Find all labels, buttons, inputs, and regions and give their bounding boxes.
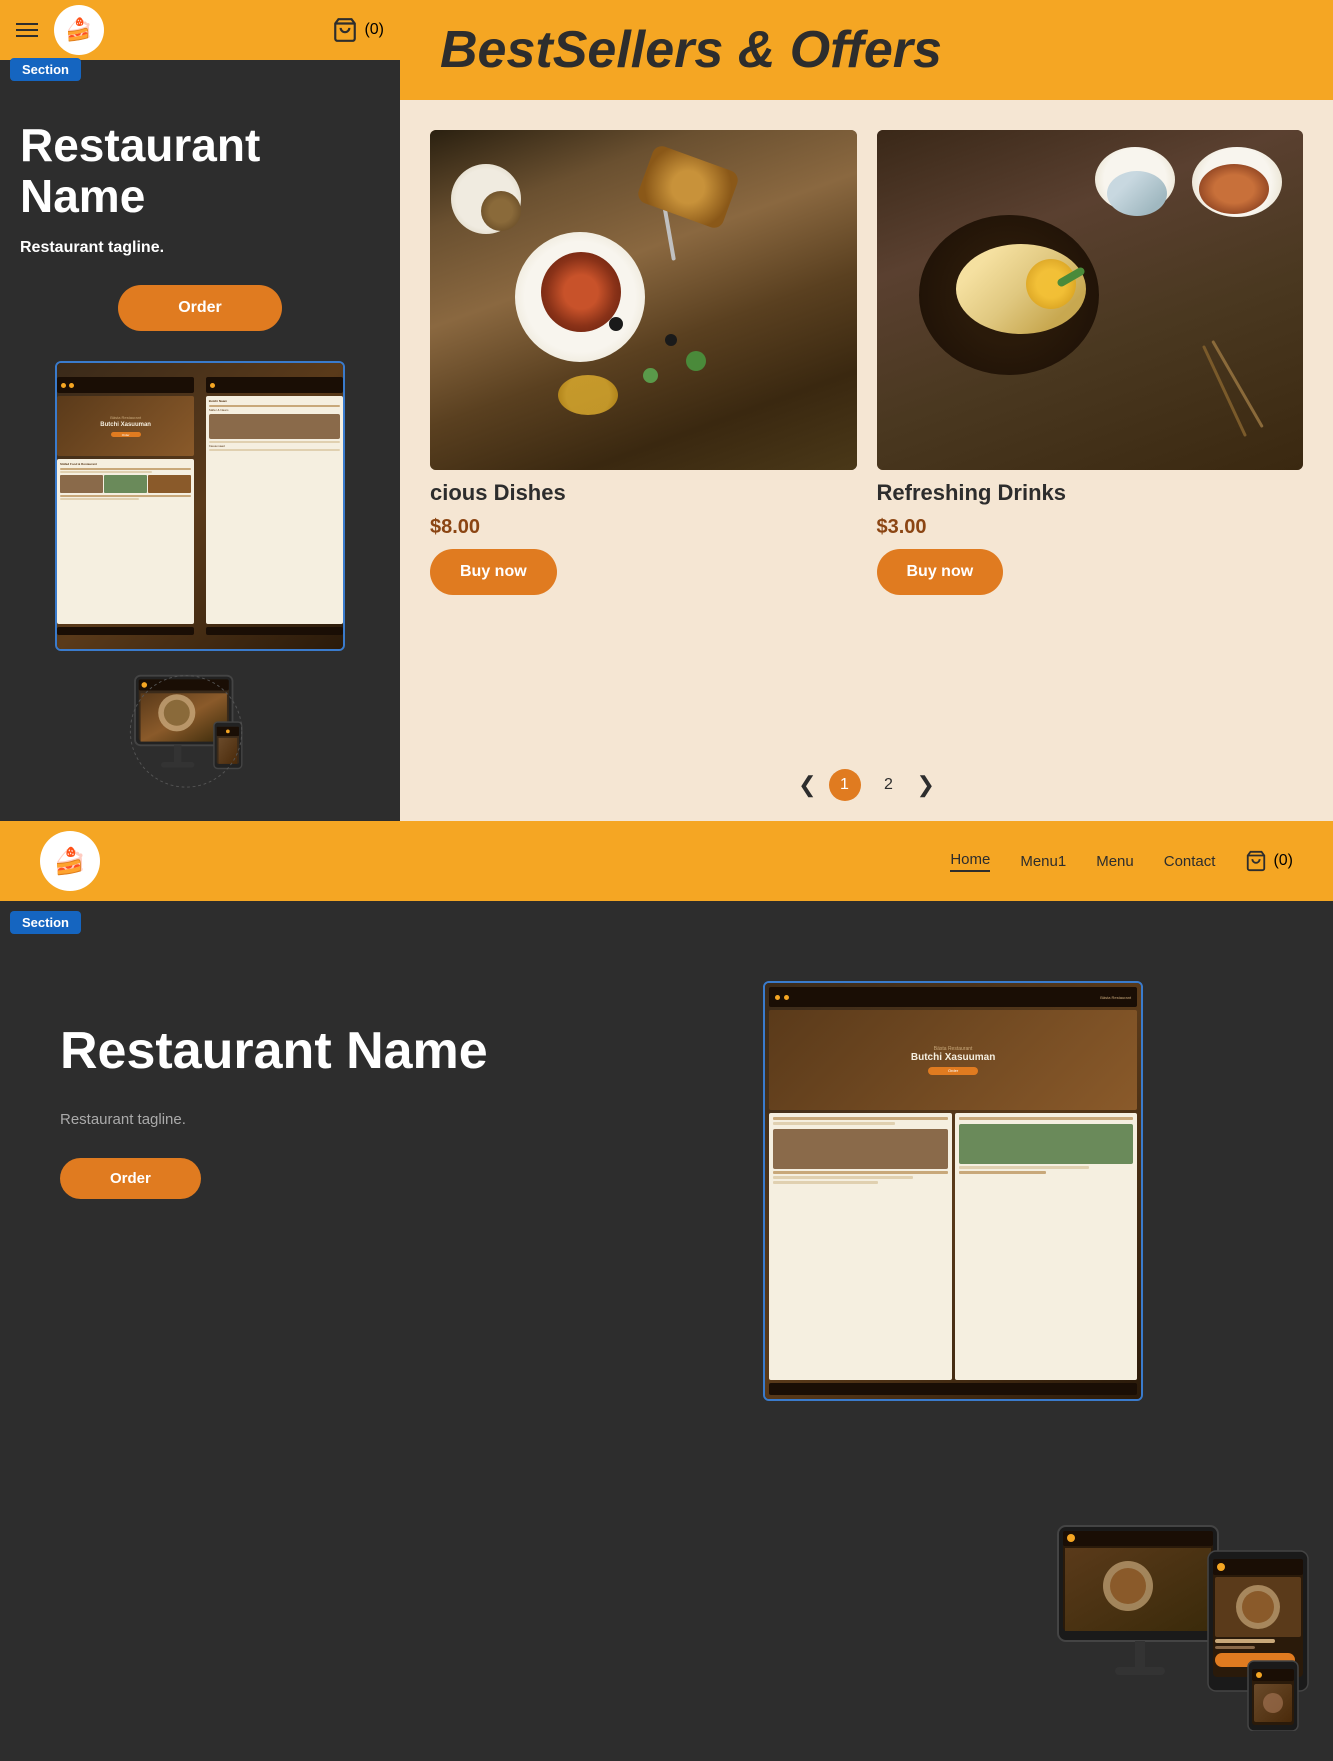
page-1[interactable]: 1: [829, 769, 861, 801]
hamburger-icon[interactable]: [16, 23, 38, 37]
right-header: BestSellers & Offers: [400, 0, 1333, 100]
section-badge: Section: [10, 58, 81, 81]
second-template-box: Bästa Restaurant Bästa Restaurant Butchi…: [763, 981, 1143, 1401]
logo: 🍰: [54, 5, 104, 55]
navbar-logo: 🍰: [40, 831, 100, 891]
nav-cart-count: (0): [1273, 852, 1293, 870]
nav-menu[interactable]: Menu: [1096, 853, 1134, 870]
nav-cart[interactable]: (0): [1245, 850, 1293, 872]
pagination-prev[interactable]: ❮: [798, 772, 816, 798]
cart-icon-wrap[interactable]: (0): [332, 17, 384, 43]
left-panel: 🍰 (0) Section Restaurant Name Restaurant…: [0, 0, 400, 821]
order-button[interactable]: Order: [118, 285, 282, 331]
cart-icon: [332, 17, 358, 43]
product-price-2: $3.00: [877, 516, 1304, 539]
second-restaurant-name: Restaurant Name: [60, 1021, 593, 1081]
product-image-2: [877, 130, 1304, 470]
left-content: Restaurant Name Restaurant tagline. Orde…: [0, 60, 400, 821]
monitor-svg: [125, 671, 275, 801]
product-image-1: [430, 130, 857, 470]
bottom-nav: Home Menu1 Menu Contact (0): [950, 850, 1293, 872]
template-preview-inner: Bästa Restaurant Butchi Xasuuman Order S…: [57, 363, 343, 649]
second-tagline: Restaurant tagline.: [60, 1111, 593, 1128]
page-2[interactable]: 2: [873, 769, 905, 801]
navbar-logo-emoji: 🍰: [54, 846, 86, 877]
second-section-badge: Section: [10, 911, 81, 934]
template-preview-box: Bästa Restaurant Butchi Xasuuman Order S…: [55, 361, 345, 651]
second-left: Restaurant Name Restaurant tagline. Orde…: [60, 961, 593, 1199]
second-order-button[interactable]: Order: [60, 1158, 201, 1199]
product-price-1: $8.00: [430, 516, 857, 539]
second-section: Section Restaurant Name Restaurant tagli…: [0, 901, 1333, 1761]
second-monitor-preview: [1053, 1521, 1313, 1731]
buy-now-button-1[interactable]: Buy now: [430, 549, 557, 595]
pagination-next[interactable]: ❯: [917, 772, 935, 798]
product-name-1: cious Dishes: [430, 480, 857, 506]
pagination: ❮ 1 2 ❯: [400, 749, 1333, 821]
top-section: 🍰 (0) Section Restaurant Name Restaurant…: [0, 0, 1333, 821]
restaurant-tagline: Restaurant tagline.: [20, 239, 380, 257]
monitor-preview: [125, 671, 275, 801]
buy-now-button-2[interactable]: Buy now: [877, 549, 1004, 595]
nav-cart-icon: [1245, 850, 1267, 872]
product-name-2: Refreshing Drinks: [877, 480, 1304, 506]
second-right: Bästa Restaurant Bästa Restaurant Butchi…: [633, 961, 1273, 1401]
product-card-1: cious Dishes $8.00 Buy now: [420, 120, 867, 729]
navbar: 🍰 Home Menu1 Menu Contact (0): [0, 821, 1333, 901]
top-bar: 🍰 (0): [0, 0, 400, 60]
cart-count: (0): [364, 21, 384, 39]
nav-menu1[interactable]: Menu1: [1020, 853, 1066, 870]
logo-emoji: 🍰: [65, 17, 92, 43]
bestsellers-title: BestSellers & Offers: [440, 20, 942, 80]
right-panel: BestSellers & Offers: [400, 0, 1333, 821]
product-card-2: Refreshing Drinks $3.00 Buy now: [867, 120, 1314, 729]
nav-home[interactable]: Home: [950, 851, 990, 872]
nav-contact[interactable]: Contact: [1164, 853, 1216, 870]
products-grid: cious Dishes $8.00 Buy now: [400, 100, 1333, 749]
second-monitor-svg: [1053, 1521, 1313, 1731]
restaurant-name: Restaurant Name: [20, 120, 380, 221]
